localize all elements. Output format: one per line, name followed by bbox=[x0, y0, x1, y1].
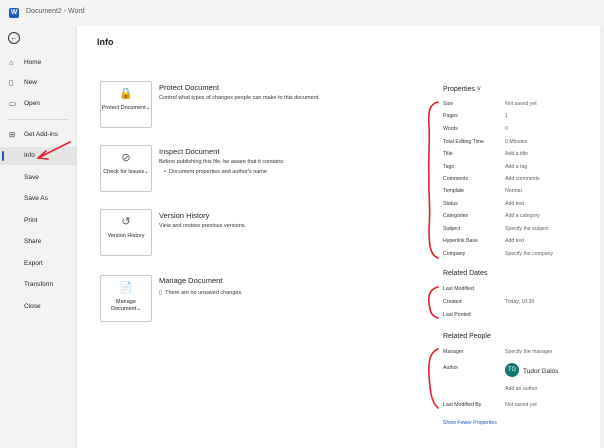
author-label: Author bbox=[443, 365, 459, 371]
author-avatar[interactable]: TG bbox=[505, 363, 519, 377]
prop-key: Subject bbox=[443, 226, 461, 232]
nav-export[interactable]: Export bbox=[0, 255, 76, 273]
related-dates-heading: Related Dates bbox=[443, 270, 488, 277]
prop-key: Pages bbox=[443, 113, 458, 119]
prop-value: 0 bbox=[505, 126, 508, 132]
lock-document-icon: 🔒 bbox=[119, 88, 133, 100]
check-for-issues-button[interactable]: ⊘ Check for Issues⌄ bbox=[100, 145, 152, 192]
nav-print[interactable]: Print bbox=[0, 212, 76, 230]
prop-hyperlink-base-input[interactable]: Add text bbox=[505, 238, 524, 244]
annotation-overlay bbox=[37, 101, 439, 409]
prop-key: Company bbox=[443, 251, 466, 257]
nav-get-add-ins[interactable]: ⊞ Get Add-ins bbox=[0, 126, 76, 144]
last-modified-by-label: Last Modified By bbox=[443, 402, 482, 408]
prop-key: Status bbox=[443, 201, 458, 207]
prop-subject-input[interactable]: Specify the subject bbox=[505, 226, 549, 232]
backstage-sidebar: ← ⌂ Home ▯ New ▭ Open ⊞ Get Add-ins Info… bbox=[0, 26, 77, 448]
word-logo-icon: W bbox=[9, 8, 19, 18]
prop-title-input[interactable]: Add a title bbox=[505, 151, 528, 157]
history-clock-icon: ↺ bbox=[121, 216, 131, 228]
page-title: Info bbox=[97, 37, 114, 47]
prop-key: Hyperlink Base bbox=[443, 238, 478, 244]
nav-info[interactable]: Info bbox=[0, 147, 76, 165]
nav-transform[interactable]: Transform bbox=[0, 276, 76, 294]
nav-save-as[interactable]: Save As bbox=[0, 190, 76, 208]
inspect-bullet: • Document properties and author's name bbox=[164, 169, 267, 175]
properties-heading[interactable]: Properties ˅ bbox=[443, 86, 481, 93]
inspect-document-title: Inspect Document bbox=[159, 147, 220, 156]
nav-open[interactable]: ▭ Open bbox=[0, 95, 76, 113]
protect-document-button[interactable]: 🔒 Protect Document⌄ bbox=[100, 81, 152, 128]
inspect-document-desc: Before publishing this file, be aware th… bbox=[159, 159, 285, 165]
author-name[interactable]: Tudor Galos bbox=[523, 368, 559, 375]
prop-comments-input[interactable]: Add comments bbox=[505, 176, 540, 182]
prop-key: Size bbox=[443, 101, 454, 107]
prop-tags-input[interactable]: Add a tag bbox=[505, 164, 527, 170]
nav-close[interactable]: Close bbox=[0, 298, 76, 316]
add-author-link[interactable]: Add an author bbox=[505, 386, 538, 392]
back-arrow-icon[interactable]: ← bbox=[8, 32, 20, 44]
related-people-heading: Related People bbox=[443, 333, 491, 340]
show-fewer-properties-link[interactable]: Show Fewer Properties bbox=[443, 420, 497, 426]
prop-status-input[interactable]: Add text bbox=[505, 201, 524, 207]
manager-label: Manager bbox=[443, 349, 464, 355]
prop-key: Title bbox=[443, 151, 453, 157]
protect-document-title: Protect Document bbox=[159, 83, 220, 92]
title-bar: W Document2 - Word bbox=[0, 0, 604, 26]
window-title: Document2 - Word bbox=[26, 8, 85, 15]
manage-document-icon: 📄 bbox=[119, 282, 133, 294]
add-ins-icon: ⊞ bbox=[9, 130, 16, 139]
annotation-brace-properties bbox=[427, 101, 439, 259]
annotation-brace-dates bbox=[427, 286, 439, 319]
nav-new[interactable]: ▯ New bbox=[0, 74, 76, 92]
manage-document-button[interactable]: 📄 Manage Document⌄ bbox=[100, 275, 152, 322]
version-history-title: Version History bbox=[159, 211, 210, 220]
version-history-button[interactable]: ↺ Version History bbox=[100, 209, 152, 256]
annotation-brace-people bbox=[427, 348, 439, 409]
nav-save[interactable]: Save bbox=[0, 169, 76, 187]
prop-key: Comments bbox=[443, 176, 469, 182]
nav-divider bbox=[8, 119, 68, 120]
manage-document-desc: ▯ There are no unsaved changes. bbox=[159, 290, 243, 296]
prop-value: Normal bbox=[505, 188, 522, 194]
scrollbar[interactable] bbox=[600, 26, 604, 448]
prop-key: Words bbox=[443, 126, 458, 132]
prop-value: 1 bbox=[505, 113, 508, 119]
manager-input[interactable]: Specify the manager bbox=[505, 349, 553, 355]
home-icon: ⌂ bbox=[9, 58, 14, 67]
inspect-document-icon: ⊘ bbox=[121, 152, 131, 164]
manage-document-title: Manage Document bbox=[159, 276, 223, 285]
prop-key: Categories bbox=[443, 213, 469, 219]
prop-value: 0 Minutes bbox=[505, 139, 528, 145]
date-key: Last Modified bbox=[443, 286, 474, 292]
prop-key: Template bbox=[443, 188, 465, 194]
date-key: Created bbox=[443, 299, 462, 305]
last-modified-by-value: Not saved yet bbox=[505, 402, 537, 408]
prop-categories-input[interactable]: Add a category bbox=[505, 213, 540, 219]
prop-value: Not saved yet bbox=[505, 101, 537, 107]
folder-icon: ▭ bbox=[9, 99, 17, 108]
protect-document-desc: Control what types of changes people can… bbox=[159, 95, 320, 101]
version-history-desc: View and restore previous versions. bbox=[159, 223, 247, 229]
new-document-icon: ▯ bbox=[9, 78, 14, 87]
nav-home[interactable]: ⌂ Home bbox=[0, 54, 76, 72]
nav-share[interactable]: Share bbox=[0, 233, 76, 251]
date-key: Last Printed bbox=[443, 312, 471, 318]
date-value: Today, 10:30 bbox=[505, 299, 535, 305]
prop-company-input[interactable]: Specify the company bbox=[505, 251, 553, 257]
prop-key: Total Editing Time bbox=[443, 139, 484, 145]
prop-key: Tags bbox=[443, 164, 454, 170]
